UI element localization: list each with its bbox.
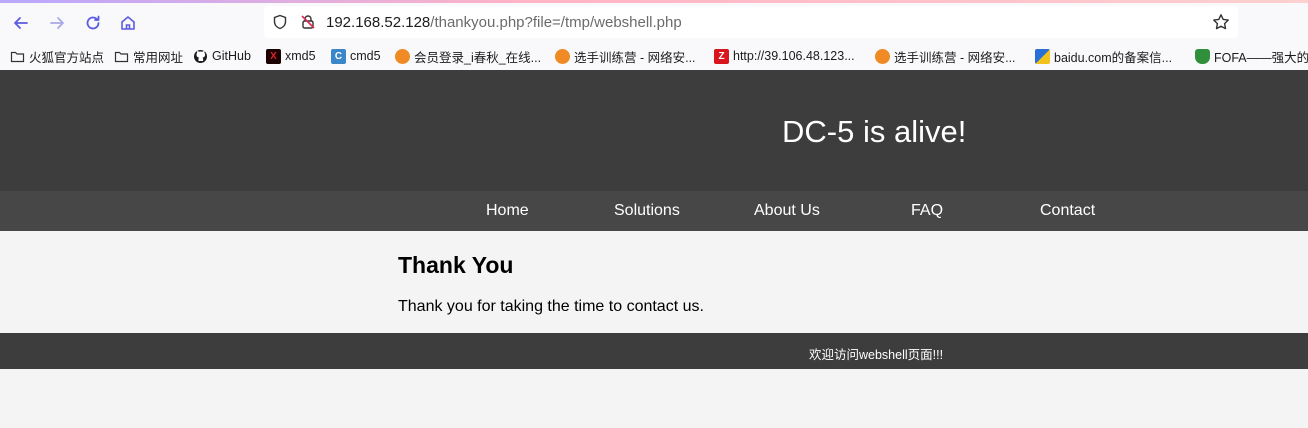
url-host: 192.168.52.128 xyxy=(326,14,431,31)
z-icon: Z xyxy=(714,48,729,64)
cmd5-icon: C xyxy=(331,48,346,64)
bookmark-label: cmd5 xyxy=(350,49,381,63)
page-heading: Thank You xyxy=(398,252,514,278)
shield-icon[interactable] xyxy=(272,14,288,30)
fofa-icon xyxy=(1195,48,1210,64)
bookmark-item[interactable]: 会员登录_i春秋_在线... xyxy=(395,47,541,65)
main-content: Thank You Thank you for taking the time … xyxy=(0,231,1308,333)
bookmark-item[interactable]: GitHub xyxy=(193,47,251,65)
forward-button[interactable] xyxy=(44,10,70,36)
site-menu: Home Solutions About Us FAQ Contact xyxy=(0,191,1308,231)
bookmark-item[interactable]: X xmd5 xyxy=(266,47,316,65)
ichunqiu-icon xyxy=(395,48,410,64)
address-bar[interactable]: 192.168.52.128/thankyou.php?file=/tmp/we… xyxy=(264,6,1238,38)
site-header: DC-5 is alive! xyxy=(0,70,1308,191)
url-path: /thankyou.php?file=/tmp/webshell.php xyxy=(430,14,682,31)
thank-you-message: Thank you for taking the time to contact… xyxy=(398,298,704,315)
menu-item-contact[interactable]: Contact xyxy=(1040,202,1095,220)
menu-item-about-us[interactable]: About Us xyxy=(754,202,820,220)
bookmark-label: 选手训练营 - 网络安... xyxy=(894,50,1016,65)
footer-text: 欢迎访问webshell页面!!! xyxy=(809,348,944,362)
bookmarks-toolbar: 火狐官方站点 常用网址 GitHub X xmd5 C cmd5 会员登录_i春… xyxy=(0,44,1308,68)
browser-toolbar: 192.168.52.128/thankyou.php?file=/tmp/we… xyxy=(0,0,1308,70)
bookmark-label: http://39.106.48.123... xyxy=(733,49,855,63)
ichunqiu-icon xyxy=(555,48,570,64)
folder-icon xyxy=(10,49,25,64)
reload-button[interactable] xyxy=(80,10,106,36)
folder-icon xyxy=(114,49,129,64)
bookmark-label: xmd5 xyxy=(285,49,316,63)
bookmark-label: FOFA——强大的I xyxy=(1214,50,1308,65)
reload-icon xyxy=(86,15,100,30)
bookmark-label: 会员登录_i春秋_在线... xyxy=(414,50,542,65)
menu-item-home[interactable]: Home xyxy=(486,202,529,220)
bookmark-item[interactable]: 选手训练营 - 网络安... xyxy=(555,47,696,65)
url-text[interactable]: 192.168.52.128/thankyou.php?file=/tmp/we… xyxy=(326,14,682,31)
toolbar-accent xyxy=(0,0,1308,3)
back-button[interactable] xyxy=(8,10,34,36)
page-background xyxy=(0,369,1308,428)
bookmark-item[interactable]: 选手训练营 - 网络安... xyxy=(875,47,1016,65)
insecure-lock-icon[interactable] xyxy=(300,14,316,30)
baidu-icon xyxy=(1035,48,1050,64)
bookmark-item[interactable]: 常用网址 xyxy=(114,47,183,65)
menu-item-faq[interactable]: FAQ xyxy=(911,202,943,220)
home-button[interactable] xyxy=(115,10,141,36)
bookmark-label: baidu.com的备案信... xyxy=(1054,50,1173,65)
bookmark-label: GitHub xyxy=(212,49,251,63)
bookmark-star-icon[interactable] xyxy=(1212,13,1230,31)
bookmark-label: 选手训练营 - 网络安... xyxy=(574,50,696,65)
bookmark-item[interactable]: baidu.com的备案信... xyxy=(1035,47,1172,65)
github-icon xyxy=(193,49,208,64)
menu-item-solutions[interactable]: Solutions xyxy=(614,202,680,220)
back-arrow-icon xyxy=(14,17,28,29)
bookmark-item[interactable]: C cmd5 xyxy=(331,47,381,65)
site-title: DC-5 is alive! xyxy=(782,114,967,149)
bookmark-item[interactable]: Z http://39.106.48.123... xyxy=(714,47,855,65)
bookmark-item[interactable]: FOFA——强大的I xyxy=(1195,47,1308,65)
bookmark-label: 常用网址 xyxy=(133,50,184,65)
forward-arrow-icon xyxy=(50,17,64,29)
site-footer: 欢迎访问webshell页面!!! xyxy=(0,333,1308,369)
xmd5-icon: X xyxy=(266,48,281,64)
home-icon xyxy=(121,16,135,30)
bookmark-item[interactable]: 火狐官方站点 xyxy=(10,47,104,65)
ichunqiu-icon xyxy=(875,48,890,64)
bookmark-label: 火狐官方站点 xyxy=(29,50,105,65)
